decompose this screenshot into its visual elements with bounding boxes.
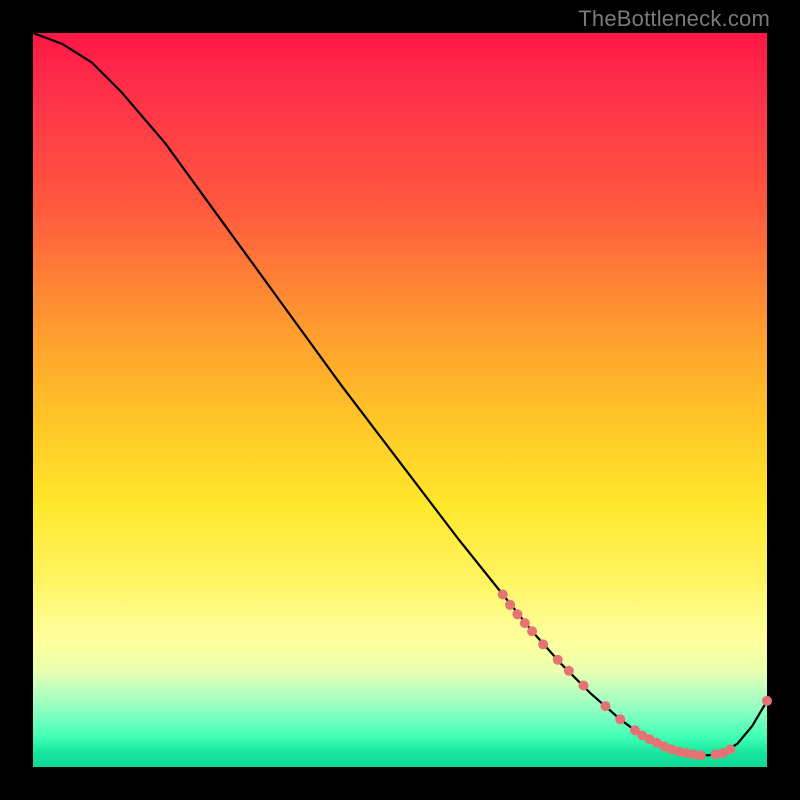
- chart-stage: TheBottleneck.com: [0, 0, 800, 800]
- highlight-point: [564, 666, 574, 676]
- highlight-point: [512, 609, 522, 619]
- highlight-point: [696, 750, 706, 760]
- highlight-point: [762, 696, 772, 706]
- highlight-point: [498, 590, 508, 600]
- highlight-point: [725, 744, 735, 754]
- watermark-text: TheBottleneck.com: [578, 6, 770, 32]
- highlight-point: [579, 681, 589, 691]
- highlight-point: [505, 600, 515, 610]
- highlight-point: [553, 655, 563, 665]
- highlight-points: [498, 590, 772, 761]
- highlight-point: [538, 639, 548, 649]
- highlight-point: [520, 618, 530, 628]
- highlight-point: [527, 626, 537, 636]
- bottleneck-curve: [33, 33, 767, 755]
- chart-svg: [33, 33, 767, 767]
- plot-area: [33, 33, 767, 767]
- highlight-point: [615, 714, 625, 724]
- highlight-point: [601, 701, 611, 711]
